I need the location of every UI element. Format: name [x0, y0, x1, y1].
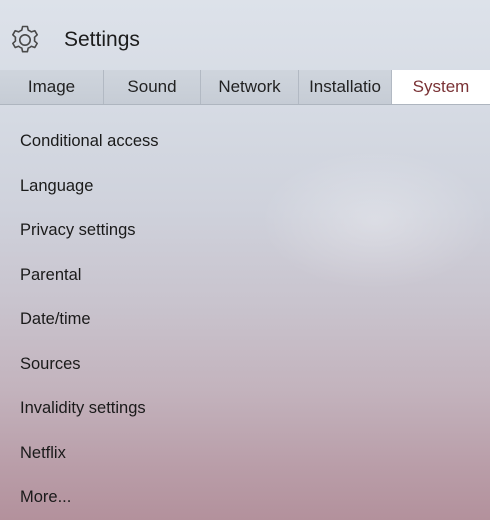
settings-screen: Settings Image Sound Network Installatio… — [0, 0, 490, 520]
menu-item-language[interactable]: Language — [0, 164, 490, 209]
tab-bar: Image Sound Network Installatio System — [0, 70, 490, 105]
tab-installation[interactable]: Installatio — [299, 70, 392, 104]
tab-network[interactable]: Network — [201, 70, 299, 104]
tab-sound[interactable]: Sound — [104, 70, 201, 104]
gear-icon — [8, 23, 42, 57]
system-menu: Conditional access Language Privacy sett… — [0, 119, 490, 520]
settings-header: Settings — [8, 18, 140, 62]
page-title: Settings — [64, 28, 140, 51]
tab-image[interactable]: Image — [0, 70, 104, 104]
menu-item-invalidity-settings[interactable]: Invalidity settings — [0, 386, 490, 431]
menu-item-netflix[interactable]: Netflix — [0, 431, 490, 476]
menu-item-more[interactable]: More... — [0, 475, 490, 520]
menu-item-sources[interactable]: Sources — [0, 342, 490, 387]
tab-system[interactable]: System — [392, 70, 490, 104]
menu-item-parental[interactable]: Parental — [0, 253, 490, 298]
menu-item-conditional-access[interactable]: Conditional access — [0, 119, 490, 164]
menu-item-date-time[interactable]: Date/time — [0, 297, 490, 342]
menu-item-privacy-settings[interactable]: Privacy settings — [0, 208, 490, 253]
